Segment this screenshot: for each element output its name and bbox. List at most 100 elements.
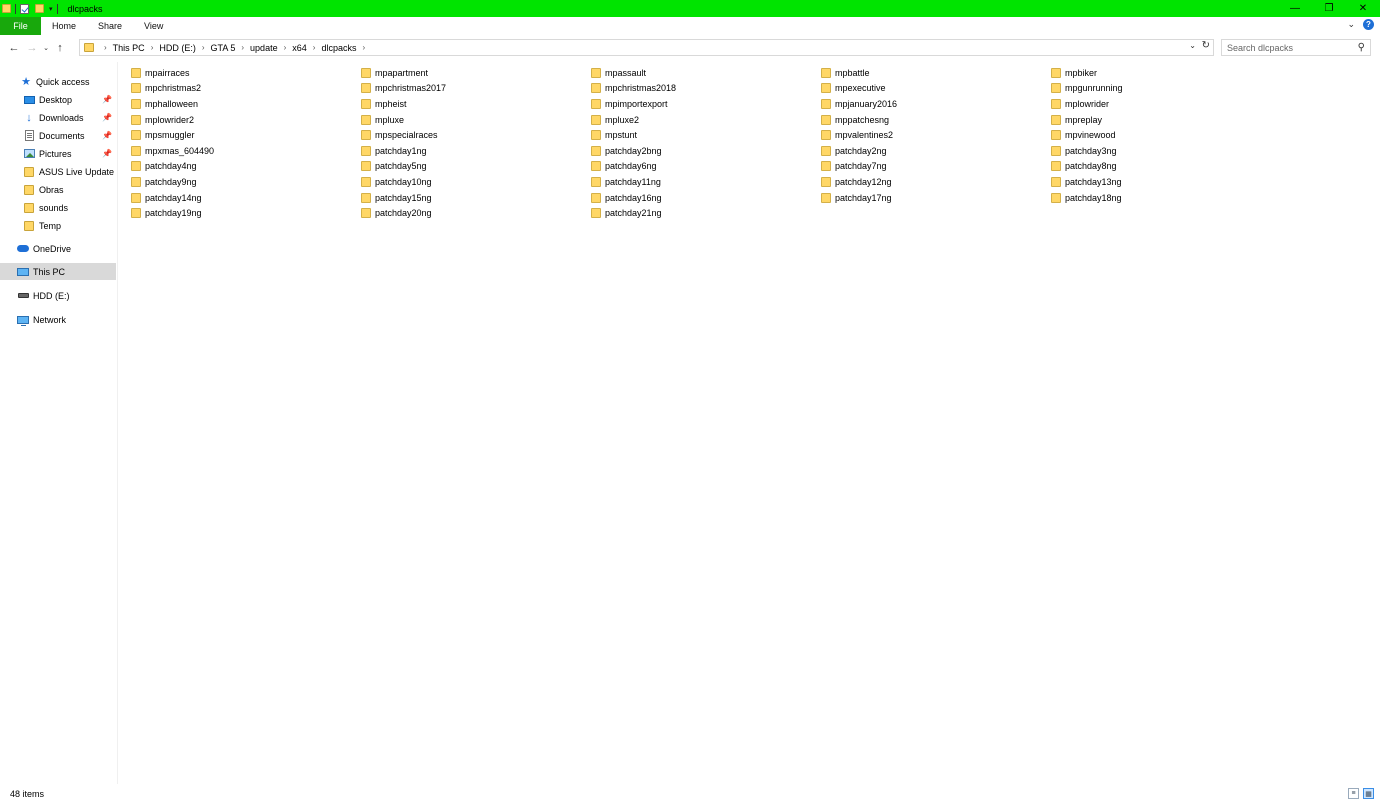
help-icon[interactable]: ? [1363,19,1374,30]
folder-item[interactable]: mpbattle [821,65,1051,81]
breadcrumb-update[interactable]: update [250,43,278,53]
tab-view[interactable]: View [133,17,174,35]
folder-item[interactable]: patchday12ng [821,174,1051,190]
folder-item[interactable]: mpspecialraces [361,127,591,143]
folder-item[interactable]: mplowrider2 [131,112,361,128]
folder-item[interactable]: mplowrider [1051,96,1281,112]
search-icon[interactable]: ⚲ [1358,42,1365,53]
details-view-icon[interactable]: ≡ [1348,788,1359,799]
minimize-button[interactable]: — [1278,0,1312,17]
folder-item[interactable]: patchday10ng [361,174,591,190]
folder-item[interactable]: patchday18ng [1051,190,1281,206]
breadcrumb-this-pc[interactable]: This PC [113,43,145,53]
folder-item[interactable]: mpheist [361,96,591,112]
folder-item[interactable]: patchday7ng [821,159,1051,175]
breadcrumb-hdd[interactable]: HDD (E:) [159,43,196,53]
breadcrumb-gta5[interactable]: GTA 5 [211,43,236,53]
nav-network[interactable]: Network [0,311,116,328]
folder-item[interactable]: patchday9ng [131,174,361,190]
pin-icon[interactable]: 📌 [102,131,112,140]
folder-item[interactable]: patchday8ng [1051,159,1281,175]
folder-item[interactable]: mpairraces [131,65,361,81]
folder-item[interactable]: mphalloween [131,96,361,112]
folder-item[interactable]: mpvalentines2 [821,127,1051,143]
folder-item[interactable]: mpvinewood [1051,127,1281,143]
folder-item[interactable]: mpchristmas2017 [361,81,591,97]
folder-item[interactable]: patchday13ng [1051,174,1281,190]
breadcrumb-separator[interactable]: › [104,43,107,52]
nav-item-temp[interactable]: Temp [0,217,116,234]
tab-file[interactable]: File [0,17,41,35]
large-icons-view-icon[interactable]: ▦ [1363,788,1374,799]
recent-locations-icon[interactable]: ⌄ [41,39,51,57]
folder-item[interactable]: patchday3ng [1051,143,1281,159]
folder-item[interactable]: patchday21ng [591,205,821,221]
folder-item[interactable]: mpbiker [1051,65,1281,81]
folder-item[interactable]: mpexecutive [821,81,1051,97]
new-folder-icon[interactable] [35,4,44,13]
folder-item[interactable]: patchday19ng [131,205,361,221]
address-history-dropdown-icon[interactable]: ⌄ [1189,41,1196,50]
refresh-icon[interactable]: ↻ [1202,40,1210,51]
folder-item[interactable]: mpsmuggler [131,127,361,143]
folder-item[interactable]: mpgunrunning [1051,81,1281,97]
nav-item-asus-live-update[interactable]: ASUS Live Update [0,163,116,180]
nav-item-sounds[interactable]: sounds [0,199,116,216]
folder-item[interactable]: mppatchesng [821,112,1051,128]
customize-toolbar-icon[interactable]: ▾ [49,5,53,13]
tab-share[interactable]: Share [87,17,133,35]
folder-icon[interactable] [2,4,11,13]
nav-item-documents[interactable]: Documents 📌 [0,127,116,144]
breadcrumb-separator[interactable]: › [284,43,287,52]
folder-item[interactable]: patchday17ng [821,190,1051,206]
folder-item[interactable]: mpluxe2 [591,112,821,128]
breadcrumb-separator[interactable]: › [313,43,316,52]
folder-item[interactable]: mpchristmas2 [131,81,361,97]
folder-item[interactable]: mpstunt [591,127,821,143]
folder-item[interactable]: mpimportexport [591,96,821,112]
nav-item-pictures[interactable]: Pictures 📌 [0,145,116,162]
folder-item[interactable]: mpluxe [361,112,591,128]
restore-button[interactable]: ❐ [1312,0,1346,17]
tab-home[interactable]: Home [41,17,87,35]
nav-this-pc[interactable]: This PC [0,263,116,280]
folder-item[interactable]: patchday11ng [591,174,821,190]
close-button[interactable]: ✕ [1346,0,1380,17]
folder-item[interactable]: patchday5ng [361,159,591,175]
nav-item-obras[interactable]: Obras [0,181,116,198]
breadcrumb-dlcpacks[interactable]: dlcpacks [321,43,356,53]
address-bar[interactable]: › This PC › HDD (E:) › GTA 5 › update › … [79,39,1214,56]
nav-item-desktop[interactable]: Desktop 📌 [0,91,116,108]
folder-item[interactable]: patchday15ng [361,190,591,206]
folder-item[interactable]: mpreplay [1051,112,1281,128]
nav-item-downloads[interactable]: ↓ Downloads 📌 [0,109,116,126]
folder-item[interactable]: mpassault [591,65,821,81]
folder-item[interactable]: mpjanuary2016 [821,96,1051,112]
folder-item[interactable]: patchday4ng [131,159,361,175]
breadcrumb-separator[interactable]: › [241,43,244,52]
search-input[interactable] [1227,42,1352,53]
folder-item[interactable]: mpapartment [361,65,591,81]
forward-button[interactable]: → [23,39,41,57]
folder-item[interactable]: patchday2ng [821,143,1051,159]
breadcrumb-x64[interactable]: x64 [292,43,307,53]
pin-icon[interactable]: 📌 [102,149,112,158]
breadcrumb-separator[interactable]: › [362,43,365,52]
folder-item[interactable]: patchday14ng [131,190,361,206]
chevron-down-icon[interactable]: ⌄ [1347,19,1355,30]
folder-item[interactable]: patchday16ng [591,190,821,206]
nav-onedrive[interactable]: OneDrive [0,240,116,257]
pin-icon[interactable]: 📌 [102,95,112,104]
folder-item[interactable]: mpxmas_604490 [131,143,361,159]
back-button[interactable]: ← [5,39,23,57]
folder-item[interactable]: mpchristmas2018 [591,81,821,97]
breadcrumb-separator[interactable]: › [202,43,205,52]
folder-item[interactable]: patchday20ng [361,205,591,221]
properties-icon[interactable] [20,3,29,14]
up-button[interactable]: ↑ [51,39,69,57]
breadcrumb-separator[interactable]: › [151,43,154,52]
pin-icon[interactable]: 📌 [102,113,112,122]
nav-quick-access[interactable]: ★ Quick access [0,73,116,90]
folder-item[interactable]: patchday1ng [361,143,591,159]
search-box[interactable]: ⚲ [1221,39,1371,56]
